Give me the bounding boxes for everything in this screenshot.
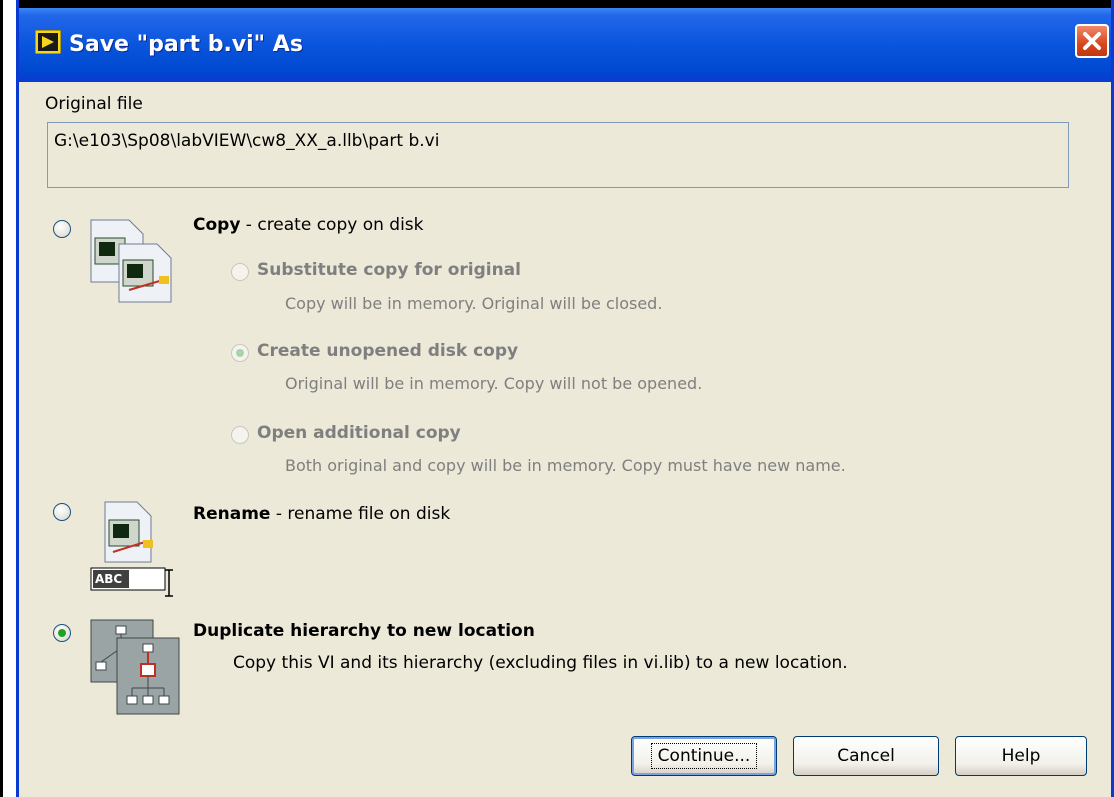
labview-app-icon [35,30,61,54]
continue-button[interactable]: Continue... [631,736,777,776]
open-additional-copy-title: Open additional copy [257,423,461,443]
close-icon [1083,32,1101,50]
duplicate-hierarchy-desc: Copy this VI and its hierarchy (excludin… [233,653,848,673]
copy-option-title: Copy [193,215,241,235]
rename-radio[interactable] [53,503,71,521]
copy-vi-icon [90,219,172,303]
original-file-label: Original file [45,94,143,114]
open-additional-copy-desc: Both original and copy will be in memory… [285,456,846,475]
cancel-button-label: Cancel [837,746,895,766]
rename-option-desc: - rename file on disk [270,504,451,524]
rename-option-title: Rename [193,504,271,524]
create-unopened-copy-radio[interactable] [231,344,249,362]
left-border-line [0,0,3,797]
copy-option-label: Copy - create copy on disk [193,215,424,235]
create-unopened-copy-title: Create unopened disk copy [257,341,519,361]
continue-button-label: Continue... [650,743,758,769]
copy-option-desc: - create copy on disk [240,215,424,235]
help-button-label: Help [1001,746,1041,766]
substitute-copy-title: Substitute copy for original [257,260,521,280]
rename-icon-text: ABC [95,572,123,586]
close-button[interactable] [1075,24,1109,58]
create-unopened-copy-desc: Original will be in memory. Copy will no… [285,374,703,393]
save-as-dialog: Save "part b.vi" As Original file G:\e10… [16,0,1114,797]
help-button[interactable]: Help [955,736,1087,776]
duplicate-hierarchy-title: Duplicate hierarchy to new location [193,621,535,641]
copy-radio[interactable] [53,220,71,238]
original-file-path: G:\e103\Sp08\labVIEW\cw8_XX_a.llb\part b… [47,122,1069,188]
title-bar[interactable]: Save "part b.vi" As [19,0,1111,82]
duplicate-hierarchy-radio[interactable] [53,624,71,642]
open-additional-copy-radio[interactable] [231,426,249,444]
dialog-body: Original file G:\e103\Sp08\labVIEW\cw8_X… [19,82,1111,797]
radio-dot [236,349,244,357]
substitute-copy-desc: Copy will be in memory. Original will be… [285,294,663,313]
substitute-copy-radio[interactable] [231,263,249,281]
dialog-title: Save "part b.vi" As [69,32,303,57]
cancel-button[interactable]: Cancel [793,736,939,776]
hierarchy-icon [90,619,180,715]
rename-option-label: Rename - rename file on disk [193,504,450,524]
radio-dot [58,629,66,637]
